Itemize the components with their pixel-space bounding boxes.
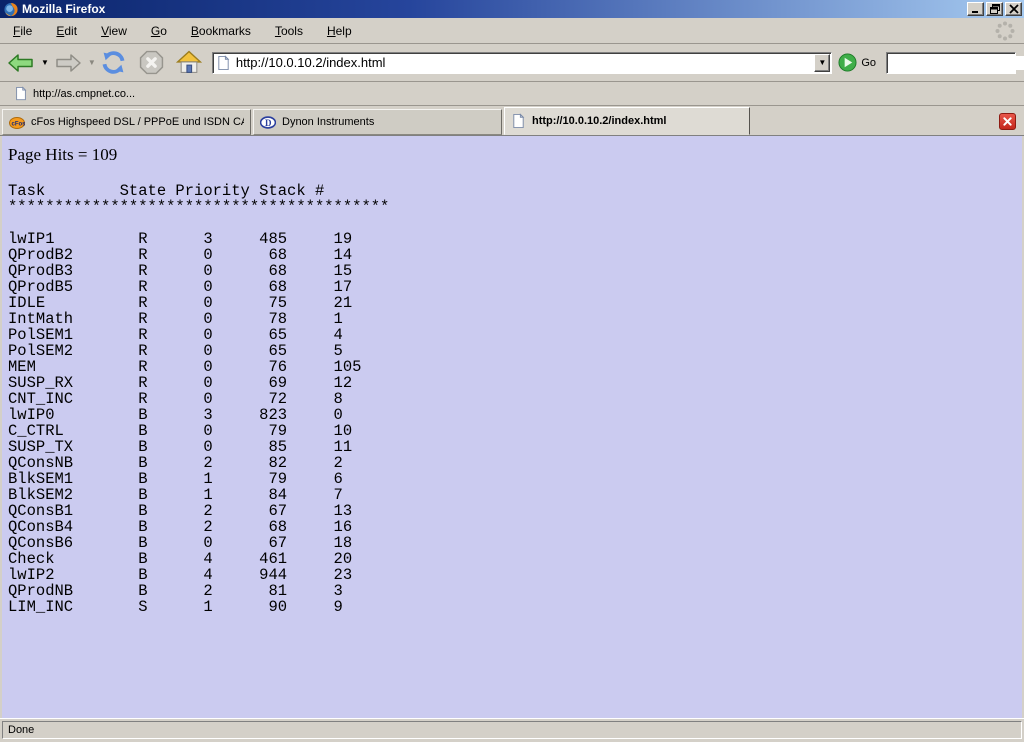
dynon-icon: D — [260, 116, 276, 129]
go-button[interactable] — [838, 53, 857, 72]
url-dropdown-button[interactable]: ▼ — [814, 54, 830, 72]
tab-label: cFos Highspeed DSL / PPPoE und ISDN CAP.… — [31, 116, 244, 128]
search-input[interactable] — [890, 56, 1024, 70]
back-button[interactable] — [6, 50, 36, 76]
menu-help[interactable]: Help — [318, 21, 361, 41]
svg-text:D: D — [265, 118, 272, 128]
tab-index-html[interactable]: http://10.0.10.2/index.html — [504, 107, 750, 135]
reload-icon — [100, 49, 127, 76]
menu-edit[interactable]: Edit — [47, 21, 86, 41]
menu-go[interactable]: Go — [142, 21, 176, 41]
status-bar: Done — [0, 718, 1024, 742]
svg-text:cFos: cFos — [12, 122, 26, 128]
back-dropdown-caret[interactable]: ▼ — [41, 58, 49, 67]
close-icon — [1003, 117, 1012, 126]
forward-dropdown-caret[interactable]: ▼ — [88, 58, 96, 67]
home-button[interactable] — [176, 50, 202, 75]
stop-icon — [139, 50, 164, 75]
search-bar: G — [886, 52, 1016, 74]
menu-tools[interactable]: Tools — [266, 21, 312, 41]
task-table: Task State Priority Stack # ************… — [8, 183, 1022, 615]
tab-cfos[interactable]: cFos cFos Highspeed DSL / PPPoE und ISDN… — [2, 109, 251, 135]
window-title: Mozilla Firefox — [22, 2, 965, 16]
page-icon — [14, 86, 28, 101]
menu-bookmarks[interactable]: Bookmarks — [182, 21, 260, 41]
tab-dynon[interactable]: D Dynon Instruments — [253, 109, 502, 135]
close-tab-button[interactable] — [999, 113, 1016, 130]
cfos-icon: cFos — [9, 115, 25, 129]
page-hits-text: Page Hits = 109 — [8, 145, 1022, 165]
forward-button[interactable] — [53, 50, 83, 76]
go-icon — [838, 53, 857, 72]
throbber-icon — [992, 19, 1018, 43]
go-label[interactable]: Go — [861, 57, 876, 69]
status-field: Done — [2, 721, 1022, 739]
minimize-button[interactable] — [967, 2, 984, 16]
bookmark-item[interactable]: http://as.cmpnet.co... — [8, 84, 141, 103]
close-button[interactable] — [1005, 2, 1022, 16]
page-icon — [216, 55, 231, 71]
navigation-toolbar: ▼ ▼ — [0, 44, 1024, 82]
tab-label: Dynon Instruments — [282, 116, 374, 128]
page-icon — [511, 113, 526, 129]
url-input[interactable] — [231, 55, 814, 70]
tab-label: http://10.0.10.2/index.html — [532, 115, 666, 127]
reload-button[interactable] — [100, 49, 127, 76]
location-bar: ▼ — [212, 52, 832, 74]
status-text: Done — [8, 724, 34, 736]
forward-arrow-icon — [53, 50, 83, 76]
menu-view[interactable]: View — [92, 21, 136, 41]
restore-button[interactable] — [986, 2, 1003, 16]
title-bar: Mozilla Firefox — [0, 0, 1024, 18]
back-arrow-icon — [6, 50, 36, 76]
stop-button[interactable] — [139, 50, 164, 75]
bookmark-label: http://as.cmpnet.co... — [33, 88, 135, 100]
home-icon — [176, 50, 202, 75]
menu-bar: File Edit View Go Bookmarks Tools Help — [0, 18, 1024, 44]
tab-strip: cFos cFos Highspeed DSL / PPPoE und ISDN… — [0, 106, 1024, 136]
bookmarks-toolbar: http://as.cmpnet.co... — [0, 82, 1024, 106]
browser-window: Mozilla Firefox File Edit View Go Bookma… — [0, 0, 1024, 742]
page-content: Page Hits = 109 Task State Priority Stac… — [0, 136, 1024, 718]
menu-file[interactable]: File — [4, 21, 41, 41]
firefox-icon — [3, 2, 19, 17]
